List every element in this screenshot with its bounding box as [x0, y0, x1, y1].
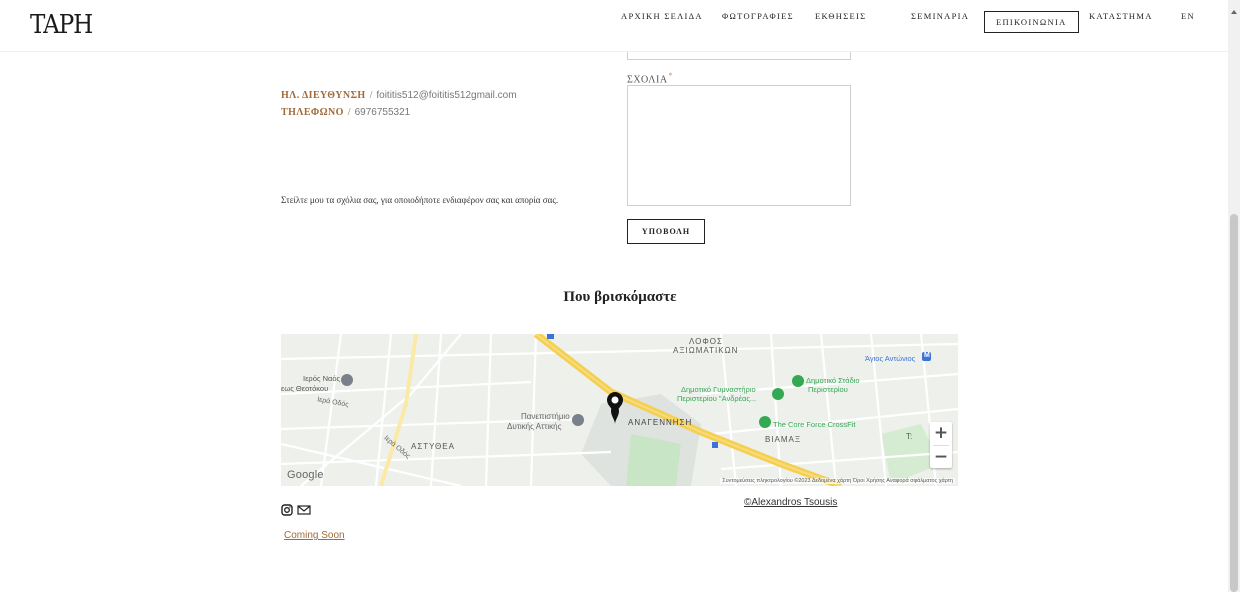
map-label-astytheta: ΑΣΤΥΘΕΑ [411, 442, 455, 451]
map-label-gym-2: Περιστερίου "Ανδρέας... [677, 394, 757, 403]
map-label-axiomatikon: ΑΞΙΩΜΑΤΙΚΩΝ [673, 346, 739, 355]
map-label-dytikis: Δυτικής Αττικής [507, 422, 562, 431]
instagram-icon[interactable] [281, 503, 293, 521]
nav-item-photos[interactable]: ΦΩΤΟΓΡΑΦΙΕΣ [722, 7, 794, 25]
map-label-gym: Δημοτικό Γυμναστήριο [681, 385, 756, 394]
required-mark: * [668, 71, 674, 80]
mail-icon[interactable] [297, 503, 311, 521]
map-label-theotokou: εως Θεοτόκου [281, 384, 329, 393]
submit-button[interactable]: ΥΠΟΒΟΛΗ [627, 219, 705, 244]
comments-label-text: ΣΧΟΛΙΑ [627, 74, 668, 86]
nav-item-language-en[interactable]: EN [1181, 7, 1195, 25]
coming-soon-link[interactable]: Coming Soon [284, 530, 345, 541]
phone-info: ΤΗΛΕΦΩΝΟ/ 6976755321 [281, 107, 410, 118]
email-info: ΗΛ. ΔΙΕΥΘΥΝΣΗ / foititis512@foititis512gma… [281, 90, 517, 101]
nav-item-shop[interactable]: ΚΑΤΑΣΤΗΜΑ [1089, 7, 1153, 25]
email-separator: / [369, 90, 373, 101]
map-label-lofos: ΛΟΦΟΣ [689, 337, 723, 346]
scroll-up-arrow-icon[interactable] [1231, 10, 1237, 14]
map-label-stadio: Δημοτικό Στάδιο [806, 376, 860, 385]
map-label-naos: Ιερός Ναός [303, 374, 341, 383]
map-attribution[interactable]: Συντομεύσεις πληκτρολογίου ©2023 Δεδομέν… [720, 478, 955, 484]
metro-icon: M [924, 352, 930, 359]
send-comments-text: Στείλτε μου τα σχόλια σας, για οποιοδήπο… [281, 195, 559, 205]
zoom-in-button[interactable]: + [930, 422, 952, 445]
map-label-viamax: ΒΙΑΜΑΞ [765, 435, 802, 444]
google-map[interactable]: Ιερός Ναός εως Θεοτόκου Ιερά Οδός Ιερά Ο… [281, 334, 958, 486]
site-header: TAPH ΑΡΧΙΚΗ ΣΕΛΙΔΑ ΦΩΤΟΓΡΑΦΙΕΣ ΕΚΘΗΣΕΙΣ … [0, 0, 1228, 52]
site-logo[interactable]: TAPH [30, 10, 93, 40]
zoom-out-button[interactable]: − [930, 446, 952, 469]
map-zoom-controls: + − [930, 422, 952, 468]
map-label-stadio-2: Περιστερίου [808, 385, 848, 394]
comments-label: ΣΧΟΛΙΑ* [627, 71, 673, 85]
map-label-agios: Άγιος Αντώνιος [865, 354, 916, 363]
phone-separator: / [347, 107, 351, 118]
location-title: Που βρισκόμαστε [563, 289, 677, 305]
nav-item-seminars[interactable]: ΣΕΜΙΝΑΡΙΑ [911, 7, 969, 25]
nav-item-contact[interactable]: ΕΠΙΚΟΙΝΩΝΙΑ [984, 11, 1079, 33]
email-label: ΗΛ. ΔΙΕΥΘΥΝΣΗ [281, 90, 366, 101]
social-links [281, 503, 311, 521]
scroll-thumb[interactable] [1230, 214, 1238, 592]
phone-label: ΤΗΛΕΦΩΝΟ [281, 107, 344, 118]
credit-link[interactable]: ©Alexandros Tsousis [744, 497, 837, 508]
phone-value[interactable]: 6976755321 [355, 107, 411, 118]
comments-textarea[interactable] [627, 85, 851, 206]
nav-item-home[interactable]: ΑΡΧΙΚΗ ΣΕΛΙΔΑ [621, 7, 703, 25]
map-label-edge-t: T: [906, 432, 913, 441]
map-label-panepistimio: Πανεπιστήμιο [521, 412, 570, 421]
map-label-crossfit: The Core Force CrossFit [773, 420, 856, 429]
map-label-anagennisi: ΑΝΑΓΕΝΝΗΣΗ [628, 418, 693, 427]
nav-item-exhibitions[interactable]: ΕΚΘΗΣΕΙΣ [815, 7, 866, 25]
google-logo[interactable]: Google [287, 469, 324, 481]
email-value[interactable]: foititis512@foititis512gmail.com [376, 90, 516, 101]
map-canvas [281, 334, 958, 486]
